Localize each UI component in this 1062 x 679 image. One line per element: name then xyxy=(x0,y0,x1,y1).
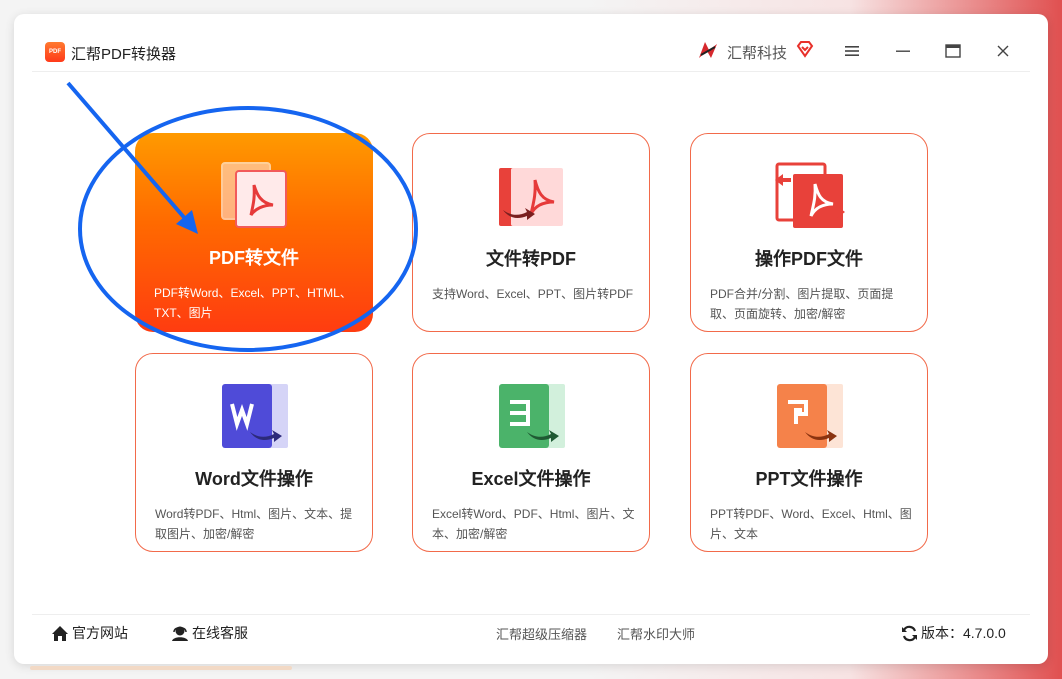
refresh-icon xyxy=(902,625,917,641)
card-pdf-operate[interactable]: 操作PDF文件 PDF合并/分割、图片提取、页面提取、页面旋转、加密/解密 xyxy=(690,133,928,332)
watermark-link[interactable]: 汇帮水印大师 xyxy=(617,624,695,643)
pdf-to-file-icon xyxy=(221,162,287,228)
compressor-link[interactable]: 汇帮超级压缩器 xyxy=(496,624,587,643)
bottom-shadow-strip xyxy=(30,666,292,670)
card-description: PPT转PDF、Word、Excel、Html、图片、文本 xyxy=(710,507,912,541)
close-icon xyxy=(997,45,1009,57)
footer-divider xyxy=(32,614,1030,615)
app-title: 汇帮PDF转换器 xyxy=(71,46,177,63)
version-number: 4.7.0.0 xyxy=(963,625,1006,641)
word-icon xyxy=(222,384,288,448)
official-website-link[interactable]: 官方网站 xyxy=(51,623,128,643)
title-bar: PDF 汇帮PDF转换器 汇帮科技 xyxy=(14,14,1048,70)
hamburger-icon xyxy=(845,46,859,56)
app-logo: PDF xyxy=(45,42,65,62)
card-title: 操作PDF文件 xyxy=(755,249,863,269)
close-button[interactable] xyxy=(989,38,1017,64)
ppt-icon xyxy=(777,384,843,448)
home-icon xyxy=(52,625,68,641)
file-to-pdf-icon xyxy=(499,168,563,226)
pdf-operate-icon xyxy=(775,162,845,228)
maximize-icon xyxy=(945,44,961,58)
menu-button[interactable] xyxy=(838,38,866,64)
card-description: Excel转Word、PDF、Html、图片、文本、加密/解密 xyxy=(432,507,635,541)
card-title: Excel文件操作 xyxy=(471,469,591,489)
card-title: 文件转PDF xyxy=(486,249,576,269)
app-window: PDF 汇帮PDF转换器 汇帮科技 PDF转文件 PDF转Word、Excel、… xyxy=(14,14,1048,664)
brand-name: 汇帮科技 xyxy=(727,45,788,62)
card-description: PDF转Word、Excel、PPT、HTML、TXT、图片 xyxy=(154,286,352,320)
minimize-button[interactable] xyxy=(889,38,917,64)
card-excel-operate[interactable]: Excel文件操作 Excel转Word、PDF、Html、图片、文本、加密/解… xyxy=(412,353,650,552)
card-word-operate[interactable]: Word文件操作 Word转PDF、Html、图片、文本、提取图片、加密/解密 xyxy=(135,353,373,552)
card-title: PPT文件操作 xyxy=(755,469,863,489)
excel-icon xyxy=(499,384,565,448)
card-description: Word转PDF、Html、图片、文本、提取图片、加密/解密 xyxy=(155,507,353,541)
vip-diamond-icon[interactable] xyxy=(796,40,814,58)
online-service-label: 在线客服 xyxy=(192,625,248,641)
version-info[interactable]: 版本： 4.7.0.0 xyxy=(901,623,1006,643)
minimize-icon xyxy=(896,50,910,52)
version-label: 版本： xyxy=(921,625,963,641)
card-description: PDF合并/分割、图片提取、页面提取、页面旋转、加密/解密 xyxy=(710,287,894,321)
maximize-button[interactable] xyxy=(939,38,967,64)
online-service-link[interactable]: 在线客服 xyxy=(171,623,248,643)
title-divider xyxy=(32,71,1030,72)
card-description: 支持Word、Excel、PPT、图片转PDF xyxy=(432,287,634,301)
brand-logo-icon xyxy=(699,42,717,58)
card-pdf-to-file[interactable]: PDF转文件 PDF转Word、Excel、PPT、HTML、TXT、图片 xyxy=(135,133,373,332)
card-file-to-pdf[interactable]: 文件转PDF 支持Word、Excel、PPT、图片转PDF xyxy=(412,133,650,332)
card-title: Word文件操作 xyxy=(195,469,313,489)
card-ppt-operate[interactable]: PPT文件操作 PPT转PDF、Word、Excel、Html、图片、文本 xyxy=(690,353,928,552)
customer-service-icon xyxy=(172,626,188,641)
official-website-label: 官方网站 xyxy=(72,625,128,641)
card-title: PDF转文件 xyxy=(209,248,299,268)
